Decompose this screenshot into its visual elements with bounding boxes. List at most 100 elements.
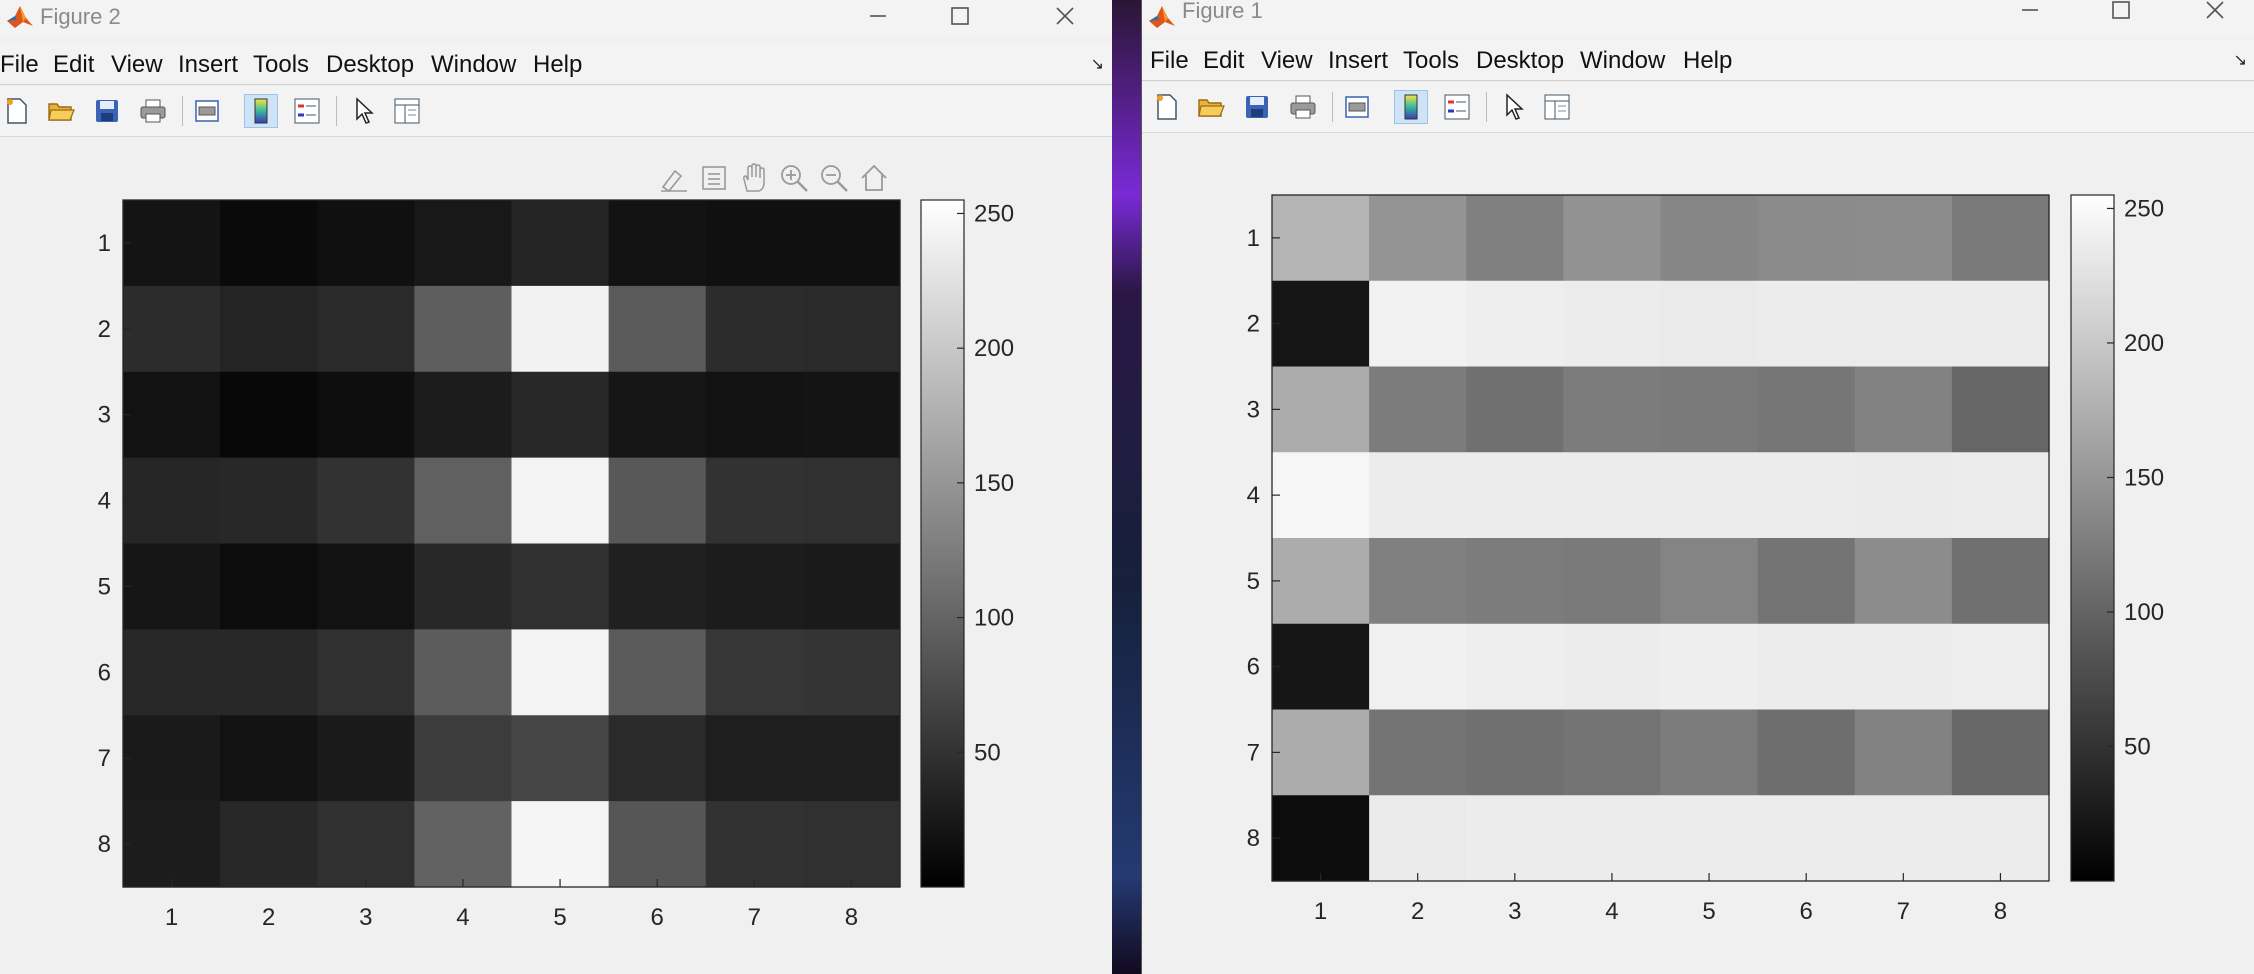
- heatmap-cell[interactable]: [1757, 538, 1856, 625]
- heatmap-cell[interactable]: [802, 371, 901, 459]
- heatmap-cell[interactable]: [414, 715, 513, 802]
- heatmap-cell[interactable]: [1660, 538, 1759, 625]
- colorbar[interactable]: [920, 199, 965, 888]
- heatmap-cell[interactable]: [1660, 366, 1759, 453]
- heatmap-cell[interactable]: [414, 285, 513, 373]
- heatmap-cell[interactable]: [1951, 452, 2050, 539]
- heatmap-cell[interactable]: [414, 629, 513, 716]
- heatmap-cell[interactable]: [802, 715, 901, 802]
- heatmap-cell[interactable]: [1466, 623, 1564, 711]
- heatmap-cell[interactable]: [705, 200, 804, 287]
- heatmap-cell[interactable]: [1563, 623, 1662, 711]
- heatmap-cell[interactable]: [1660, 452, 1759, 539]
- heatmap-cell[interactable]: [1660, 195, 1759, 282]
- heatmap-cell[interactable]: [1369, 452, 1467, 539]
- heatmap-cell[interactable]: [317, 629, 415, 716]
- heatmap-cell[interactable]: [220, 801, 318, 888]
- heatmap-cell[interactable]: [220, 715, 318, 802]
- heatmap-cell[interactable]: [1660, 280, 1759, 368]
- heatmap-cell[interactable]: [1854, 280, 1953, 368]
- heatmap-cell[interactable]: [511, 543, 610, 630]
- heatmap-cell[interactable]: [1369, 623, 1467, 711]
- heatmap-cell[interactable]: [1854, 195, 1953, 282]
- heatmap-cell[interactable]: [1272, 709, 1370, 796]
- heatmap-cell[interactable]: [317, 715, 415, 802]
- heatmap-cell[interactable]: [802, 457, 901, 545]
- heatmap-cell[interactable]: [1951, 538, 2050, 625]
- heatmap-cell[interactable]: [317, 285, 415, 373]
- heatmap-cell[interactable]: [705, 457, 804, 545]
- heatmap-cell[interactable]: [1272, 452, 1370, 539]
- heatmap-cell[interactable]: [123, 200, 221, 287]
- heatmap-cell[interactable]: [1369, 795, 1467, 882]
- heatmap-cell[interactable]: [608, 543, 707, 630]
- heatmap-cell[interactable]: [802, 285, 901, 373]
- heatmap-cell[interactable]: [317, 200, 415, 287]
- heatmap-cell[interactable]: [1951, 709, 2050, 796]
- heatmap-cell[interactable]: [1272, 795, 1370, 882]
- heatmap-cell[interactable]: [1272, 280, 1370, 368]
- heatmap-cell[interactable]: [608, 629, 707, 716]
- heatmap-cell[interactable]: [802, 801, 901, 888]
- heatmap[interactable]: [123, 200, 901, 888]
- heatmap-cell[interactable]: [1854, 538, 1953, 625]
- heatmap-cell[interactable]: [123, 371, 221, 459]
- heatmap-cell[interactable]: [1757, 623, 1856, 711]
- heatmap-cell[interactable]: [802, 629, 901, 716]
- heatmap-cell[interactable]: [511, 457, 610, 545]
- heatmap-cell[interactable]: [705, 543, 804, 630]
- heatmap-cell[interactable]: [1660, 623, 1759, 711]
- heatmap-cell[interactable]: [123, 285, 221, 373]
- heatmap-cell[interactable]: [1757, 195, 1856, 282]
- heatmap-cell[interactable]: [123, 715, 221, 802]
- heatmap-cell[interactable]: [317, 371, 415, 459]
- heatmap-cell[interactable]: [1951, 623, 2050, 711]
- heatmap-cell[interactable]: [1466, 195, 1564, 282]
- heatmap-cell[interactable]: [1466, 452, 1564, 539]
- heatmap-cell[interactable]: [1369, 195, 1467, 282]
- heatmap-cell[interactable]: [511, 285, 610, 373]
- heatmap-cell[interactable]: [1563, 195, 1662, 282]
- heatmap-cell[interactable]: [1951, 195, 2050, 282]
- heatmap-cell[interactable]: [1563, 280, 1662, 368]
- heatmap-cell[interactable]: [705, 285, 804, 373]
- heatmap-cell[interactable]: [1660, 795, 1759, 882]
- heatmap-cell[interactable]: [1854, 452, 1953, 539]
- heatmap-cell[interactable]: [123, 801, 221, 888]
- heatmap-cell[interactable]: [802, 200, 901, 287]
- heatmap-cell[interactable]: [1466, 280, 1564, 368]
- heatmap-cell[interactable]: [220, 457, 318, 545]
- heatmap-cell[interactable]: [1272, 538, 1370, 625]
- heatmap-cell[interactable]: [705, 629, 804, 716]
- heatmap-cell[interactable]: [608, 200, 707, 287]
- heatmap-cell[interactable]: [220, 629, 318, 716]
- heatmap-cell[interactable]: [1369, 280, 1467, 368]
- heatmap-cell[interactable]: [414, 543, 513, 630]
- heatmap-cell[interactable]: [608, 285, 707, 373]
- heatmap-cell[interactable]: [1563, 709, 1662, 796]
- heatmap-cell[interactable]: [1272, 366, 1370, 453]
- heatmap-cell[interactable]: [220, 543, 318, 630]
- heatmap-cell[interactable]: [317, 801, 415, 888]
- heatmap-cell[interactable]: [1951, 280, 2050, 368]
- heatmap-cell[interactable]: [1951, 795, 2050, 882]
- heatmap-cell[interactable]: [705, 371, 804, 459]
- heatmap-cell[interactable]: [414, 801, 513, 888]
- heatmap-cell[interactable]: [511, 801, 610, 888]
- heatmap-cell[interactable]: [220, 200, 318, 287]
- colorbar[interactable]: [2070, 194, 2115, 882]
- heatmap-cell[interactable]: [511, 200, 610, 287]
- heatmap-cell[interactable]: [511, 629, 610, 716]
- heatmap-cell[interactable]: [1369, 709, 1467, 796]
- heatmap-cell[interactable]: [1757, 366, 1856, 453]
- heatmap-cell[interactable]: [1563, 795, 1662, 882]
- heatmap-cell[interactable]: [414, 371, 513, 459]
- heatmap-cell[interactable]: [1563, 366, 1662, 453]
- heatmap-cell[interactable]: [317, 543, 415, 630]
- heatmap-cell[interactable]: [220, 285, 318, 373]
- heatmap-cell[interactable]: [1757, 452, 1856, 539]
- heatmap-cell[interactable]: [705, 801, 804, 888]
- heatmap-cell[interactable]: [1369, 538, 1467, 625]
- heatmap-cell[interactable]: [414, 200, 513, 287]
- heatmap-cell[interactable]: [1466, 538, 1564, 625]
